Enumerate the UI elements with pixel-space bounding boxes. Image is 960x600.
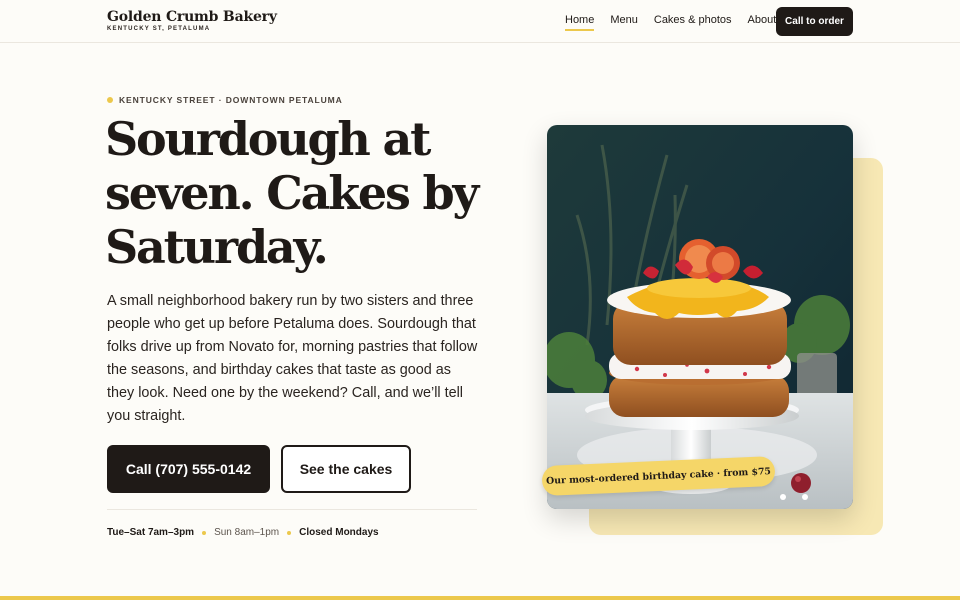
opening-hours: Tue–Sat 7am–3pm Sun 8am–1pm Closed Monda… — [107, 527, 379, 538]
hours-separator-dot-icon — [287, 530, 292, 535]
nav-about[interactable]: About — [748, 14, 777, 31]
hours-closed: Closed Mondays — [299, 527, 379, 538]
hero-headline: Sourdough at seven. Cakes by Saturday. — [105, 112, 505, 274]
main-nav: Home Menu Cakes & photos About — [565, 14, 776, 31]
brand-location: KENTUCKY ST, PETALUMA — [107, 26, 211, 32]
site-header: Golden Crumb Bakery KENTUCKY ST, PETALUM… — [0, 0, 960, 43]
headline-line-2: seven. Cakes by — [105, 166, 479, 220]
eyebrow-dot-icon — [107, 97, 113, 103]
call-to-order-button[interactable]: Call to order — [776, 7, 853, 36]
hours-sunday: Sun 8am–1pm — [214, 527, 280, 538]
footer-accent-bar — [0, 596, 960, 600]
cake-illustration — [547, 125, 853, 509]
nav-menu[interactable]: Menu — [610, 14, 638, 31]
call-phone-button[interactable]: Call (707) 555-0142 — [107, 445, 270, 493]
hero-intro: A small neighborhood bakery run by two s… — [107, 293, 478, 424]
eyebrow-text: KENTUCKY STREET · DOWNTOWN PETALUMA — [119, 95, 343, 105]
see-cakes-button[interactable]: See the cakes — [281, 445, 411, 493]
cake-photo — [547, 125, 853, 509]
hours-separator-dot-icon — [202, 530, 207, 535]
brand[interactable]: Golden Crumb Bakery KENTUCKY ST, PETALUM… — [107, 9, 277, 32]
headline-line-3: Saturday. — [105, 220, 329, 274]
headline-line-1: Sourdough at — [105, 112, 431, 166]
nav-home[interactable]: Home — [565, 14, 595, 31]
nav-cakes-photos[interactable]: Cakes & photos — [654, 14, 732, 31]
hours-weekday: Tue–Sat 7am–3pm — [107, 527, 195, 538]
eyebrow: KENTUCKY STREET · DOWNTOWN PETALUMA — [107, 95, 343, 105]
divider — [107, 509, 477, 510]
brand-name: Golden Crumb Bakery — [107, 9, 277, 25]
